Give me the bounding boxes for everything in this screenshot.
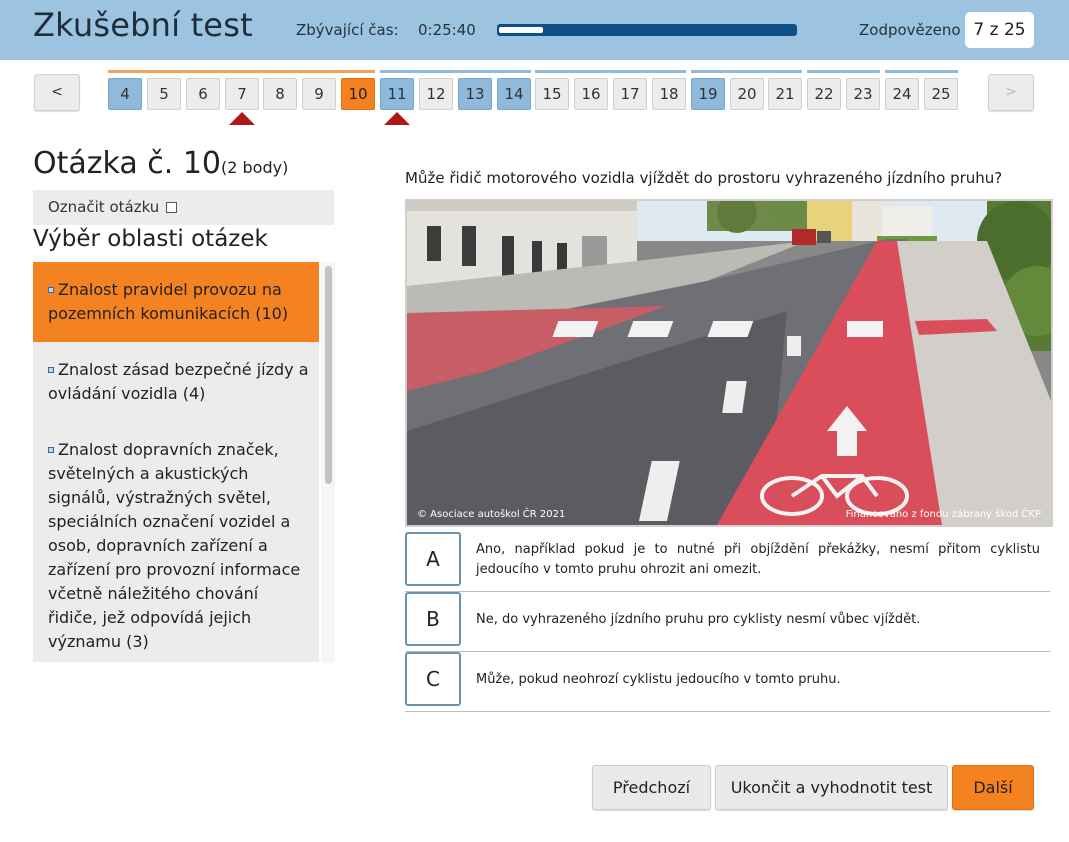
question-group-line: [380, 70, 531, 73]
question-22-button[interactable]: 22: [807, 78, 841, 110]
question-group-line: [691, 70, 802, 73]
next-question-button[interactable]: Další: [952, 765, 1034, 810]
question-11-flag-marker: [384, 112, 410, 125]
street-scene-illustration: [407, 201, 1051, 525]
answer-text: Ano, například pokud je to nutné při obj…: [476, 542, 1040, 577]
area-list: Znalost pravidel provozu na pozemních ko…: [33, 262, 319, 662]
header-bar: Zkušební test Zbývající čas: 0:25:40 Zod…: [0, 0, 1069, 60]
question-group-line: [807, 70, 880, 73]
answer-text: Může, pokud neohrozí cyklistu jedoucího …: [476, 672, 841, 687]
time-progress-fill: [499, 27, 544, 33]
question-5-button[interactable]: 5: [147, 78, 181, 110]
question-15-button[interactable]: 15: [535, 78, 569, 110]
mark-question-label: Označit otázku: [48, 198, 160, 216]
question-group-line: [535, 70, 686, 73]
time-progress-bar: [497, 24, 797, 36]
answer-letter-button[interactable]: B: [405, 592, 461, 646]
prev-page-button[interactable]: <: [34, 74, 80, 111]
question-group-line: [108, 70, 375, 73]
next-page-button[interactable]: >: [988, 74, 1034, 111]
question-9-button[interactable]: 9: [302, 78, 336, 110]
area-list-panel: Znalost pravidel provozu na pozemních ko…: [33, 262, 335, 662]
area-scroll-thumb[interactable]: [325, 266, 332, 484]
question-points: (2 body): [221, 158, 289, 177]
time-remaining-label: Zbývající čas:: [296, 21, 399, 39]
answer-text: Ne, do vyhrazeného jízdního pruhu pro cy…: [476, 612, 921, 627]
question-20-button[interactable]: 20: [730, 78, 764, 110]
time-remaining-value: 0:25:40: [418, 21, 476, 39]
question-14-button[interactable]: 14: [497, 78, 531, 110]
question-12-button[interactable]: 12: [419, 78, 453, 110]
mark-question-toggle[interactable]: Označit otázku: [33, 190, 334, 225]
area-item[interactable]: Znalost dopravních značek, světelných a …: [33, 422, 319, 662]
area-item[interactable]: Znalost zásad bezpečné jízdy a ovládání …: [33, 342, 319, 422]
answer-letter-button[interactable]: C: [405, 652, 461, 706]
answer-option-c[interactable]: C Může, pokud neohrozí cyklistu jedoucího…: [405, 652, 1050, 712]
question-photo: © Asociace autoškol ČR 2021 Financováno …: [405, 199, 1053, 527]
question-8-button[interactable]: 8: [263, 78, 297, 110]
question-11-button[interactable]: 11: [380, 78, 414, 110]
question-16-button[interactable]: 16: [574, 78, 608, 110]
question-19-button[interactable]: 19: [691, 78, 725, 110]
area-item-label: Znalost dopravních značek, světelných a …: [48, 440, 301, 651]
bullet-icon: [48, 367, 54, 373]
app-title: Zkušební test: [33, 6, 253, 44]
question-text: Může řidič motorového vozidla vjíždět do…: [405, 169, 1003, 187]
answer-option-a[interactable]: A Ano, například pokud je to nutné při ob…: [405, 532, 1050, 592]
area-section-title: Výběr oblasti otázek: [33, 226, 268, 252]
question-25-button[interactable]: 25: [924, 78, 958, 110]
question-7-flag-marker: [229, 112, 255, 125]
question-6-button[interactable]: 6: [186, 78, 220, 110]
question-23-button[interactable]: 23: [846, 78, 880, 110]
question-21-button[interactable]: 21: [768, 78, 802, 110]
question-10-button[interactable]: 10: [341, 78, 375, 110]
answer-option-b[interactable]: B Ne, do vyhrazeného jízdního pruhu pro c…: [405, 592, 1050, 652]
bullet-icon: [48, 287, 54, 293]
area-item-label: Znalost pravidel provozu na pozemních ko…: [48, 280, 289, 323]
question-18-button[interactable]: 18: [652, 78, 686, 110]
question-4-button[interactable]: 4: [108, 78, 142, 110]
question-13-button[interactable]: 13: [458, 78, 492, 110]
question-title: Otázka č. 10(2 body): [33, 146, 288, 181]
photo-credit-left: © Asociace autoškol ČR 2021: [417, 509, 566, 520]
answer-letter-button[interactable]: A: [405, 532, 461, 586]
photo-credit-right: Financováno z fondu zábrany škod ČKP: [845, 509, 1041, 520]
question-24-button[interactable]: 24: [885, 78, 919, 110]
bullet-icon: [48, 447, 54, 453]
answered-count: 7 z 25: [965, 12, 1034, 48]
question-7-button[interactable]: 7: [225, 78, 259, 110]
area-scrollbar[interactable]: [321, 262, 335, 662]
mark-question-checkbox[interactable]: [166, 202, 178, 213]
area-item-label: Znalost zásad bezpečné jízdy a ovládání …: [48, 360, 309, 403]
answered-label: Zodpovězeno: [859, 21, 961, 39]
question-group-line: [885, 70, 958, 73]
question-17-button[interactable]: 17: [613, 78, 647, 110]
previous-question-button[interactable]: Předchozí: [592, 765, 711, 810]
question-number: Otázka č. 10: [33, 146, 222, 181]
area-item[interactable]: Znalost pravidel provozu na pozemních ko…: [33, 262, 319, 342]
finish-test-button[interactable]: Ukončit a vyhodnotit test: [715, 765, 948, 810]
